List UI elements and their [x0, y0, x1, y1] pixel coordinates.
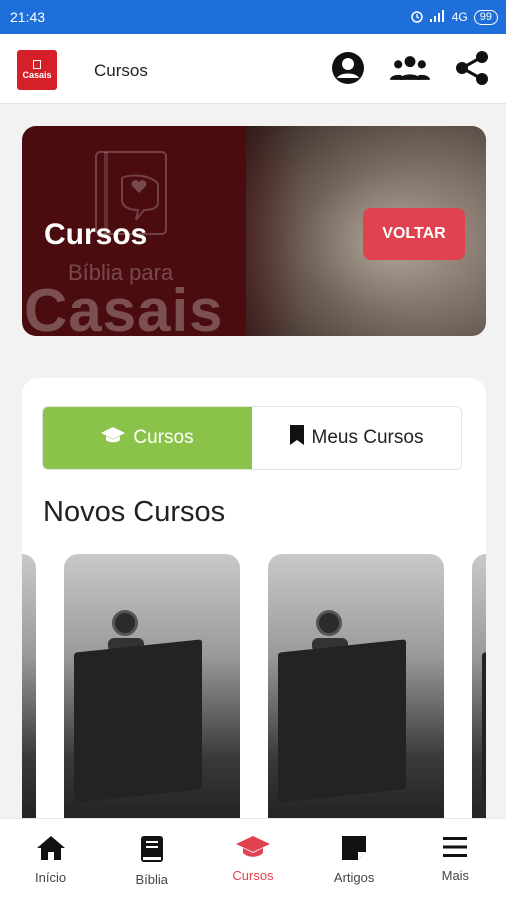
- webcam-image: [316, 610, 342, 636]
- network-type: 4G: [451, 10, 468, 24]
- alarm-icon: [410, 9, 424, 26]
- monitor-image: [278, 639, 406, 803]
- home-icon: [36, 835, 66, 864]
- courses-card: Cursos Meus Cursos Novos Cursos: [22, 378, 486, 838]
- share-icon[interactable]: [452, 48, 492, 88]
- nav-label: Cursos: [232, 868, 274, 883]
- tab-label: Meus Cursos: [311, 427, 424, 448]
- bookmark-icon: [289, 425, 304, 451]
- book-icon: [140, 835, 164, 866]
- nav-label: Início: [35, 870, 67, 885]
- nav-label: Bíblia: [135, 872, 169, 887]
- tab-meus-cursos[interactable]: Meus Cursos: [252, 407, 461, 469]
- nav-mais[interactable]: Mais: [415, 835, 495, 883]
- nav-label: Artigos: [333, 870, 375, 885]
- nav-artigos[interactable]: Artigos: [314, 835, 394, 885]
- course-card[interactable]: [22, 554, 36, 838]
- bottom-navigation: Início Bíblia Cursos Artigos Mais: [0, 818, 506, 900]
- nav-label: Mais: [441, 868, 470, 883]
- graduation-cap-icon: [235, 835, 270, 862]
- hero-banner: Bíblia para Casais Cursos VOLTAR: [22, 126, 486, 336]
- signal-icon: [429, 9, 446, 25]
- section-title: Novos Cursos: [43, 496, 226, 528]
- app-logo[interactable]: Casais: [17, 50, 57, 90]
- course-card[interactable]: [268, 554, 444, 838]
- monitor-image: [74, 639, 202, 803]
- group-icon[interactable]: [390, 48, 430, 88]
- menu-icon: [442, 835, 468, 862]
- course-card[interactable]: [472, 554, 486, 838]
- battery-indicator: 99: [473, 9, 498, 25]
- status-bar: 21:43 4G 99: [0, 0, 506, 34]
- tab-label: Cursos: [133, 427, 194, 448]
- graduation-cap-icon: [101, 426, 126, 450]
- app-bar: Casais Cursos: [0, 34, 506, 104]
- account-circle-icon[interactable]: [328, 48, 368, 88]
- hero-title: Cursos: [44, 218, 148, 251]
- course-tabs: Cursos Meus Cursos: [42, 406, 462, 470]
- nav-biblia[interactable]: Bíblia: [112, 835, 192, 887]
- course-card[interactable]: [64, 554, 240, 838]
- course-carousel[interactable]: [22, 554, 486, 838]
- status-time: 21:43: [10, 9, 46, 25]
- nav-cursos[interactable]: Cursos: [213, 835, 293, 883]
- webcam-image: [112, 610, 138, 636]
- tab-cursos[interactable]: Cursos: [43, 407, 252, 469]
- note-icon: [341, 835, 367, 864]
- app-bar-actions: [328, 48, 492, 88]
- back-button[interactable]: VOLTAR: [363, 208, 465, 260]
- watermark-word: Casais: [24, 277, 224, 336]
- page-title: Cursos: [94, 61, 148, 80]
- nav-inicio[interactable]: Início: [11, 835, 91, 885]
- status-icons: 4G 99: [410, 9, 498, 26]
